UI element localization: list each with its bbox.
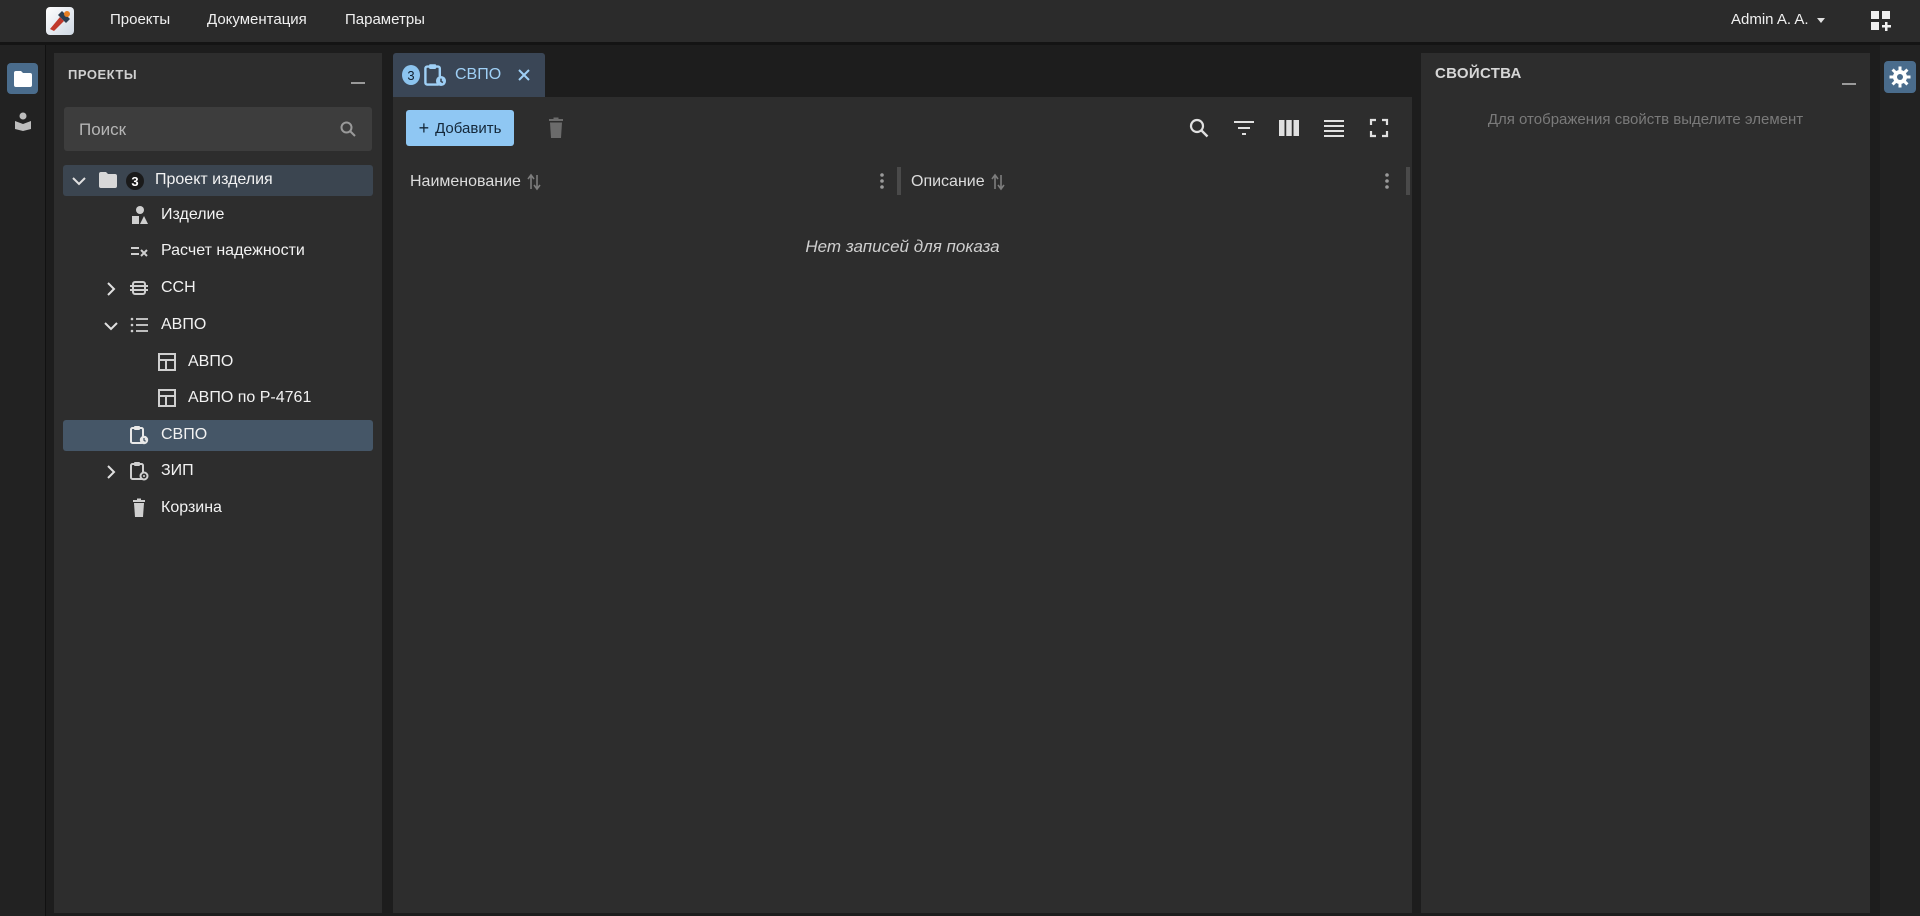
tab-svpo[interactable]: 3 СВПО — [393, 53, 545, 97]
column-header-label: Описание — [911, 173, 985, 190]
column-header-description[interactable]: Описание — [911, 163, 1005, 201]
search-icon — [1189, 118, 1209, 138]
settings-rail-button[interactable] — [1884, 61, 1916, 93]
projects-panel-title: ПРОЕКТЫ — [68, 67, 138, 82]
clipboard-gear-icon — [130, 462, 149, 481]
add-button[interactable]: + Добавить — [406, 110, 514, 146]
minimize-icon[interactable] — [351, 82, 365, 84]
add-button-label: Добавить — [435, 119, 502, 137]
rows-density-icon — [1324, 120, 1344, 137]
plus-icon: + — [418, 118, 430, 138]
empty-table-message: Нет записей для показа — [805, 237, 1000, 256]
sort-icon[interactable] — [527, 173, 541, 191]
product-icon — [132, 206, 148, 224]
structure-icon — [130, 281, 148, 295]
tree-item-label: СВПО — [161, 426, 208, 443]
projects-panel: ПРОЕКТЫ 3 Проект изделия Изделие — [54, 53, 382, 913]
tree-item-zip[interactable]: ЗИП — [63, 456, 373, 487]
folder-icon — [99, 172, 117, 188]
tree-item-label: Проект изделия — [155, 171, 273, 188]
column-resize-handle[interactable] — [897, 167, 901, 195]
tree-item-label: Изделие — [161, 206, 225, 223]
user-name: Admin A. A. — [1731, 11, 1809, 28]
tree-item-label: АВПО — [161, 316, 207, 333]
gear-icon — [1889, 66, 1911, 88]
close-icon[interactable] — [515, 66, 533, 84]
clipboard-clock-icon — [424, 64, 447, 87]
projects-rail-button[interactable] — [7, 63, 38, 94]
columns-button[interactable] — [1278, 117, 1300, 139]
tree-item-label: Корзина — [161, 499, 222, 516]
chevron-right-icon[interactable] — [101, 279, 121, 299]
search-icon[interactable] — [340, 121, 356, 137]
delete-button[interactable] — [545, 117, 567, 139]
tree-item-ssn[interactable]: ССН — [63, 273, 373, 304]
filter-button[interactable] — [1233, 117, 1255, 139]
right-rail — [1880, 45, 1920, 916]
tree-item-avpo[interactable]: АВПО — [63, 347, 373, 378]
menu-documentation[interactable]: Документация — [207, 11, 307, 28]
columns-icon — [1279, 120, 1299, 136]
project-search — [64, 107, 372, 153]
clipboard-clock-icon — [130, 426, 149, 445]
tree-item-label: Расчет надежности — [161, 242, 305, 259]
tree-item-label: ЗИП — [161, 462, 194, 479]
tree-item-product[interactable]: Изделие — [63, 200, 373, 231]
tree-item-trash[interactable]: Корзина — [63, 493, 373, 524]
trash-icon — [549, 117, 563, 138]
tab-project-badge: 3 — [402, 65, 420, 85]
left-rail — [0, 45, 46, 916]
tree-item-avpo-group[interactable]: АВПО — [63, 310, 373, 341]
chevron-down-icon — [1816, 18, 1825, 23]
list-icon — [130, 317, 148, 333]
tab-strip: 3 СВПО — [393, 53, 1412, 97]
properties-hint: Для отображения свойств выделите элемент — [1487, 111, 1804, 128]
folder-icon — [13, 70, 32, 87]
app-logo[interactable] — [46, 7, 74, 35]
minimize-icon[interactable] — [1842, 83, 1856, 85]
trash-icon — [133, 498, 145, 517]
search-button[interactable] — [1188, 117, 1210, 139]
user-menu[interactable]: Admin A. A. — [1731, 11, 1825, 28]
column-resize-handle[interactable] — [1406, 167, 1410, 195]
main-panel: + Добавить Наименование Описание Нет зап… — [393, 97, 1412, 913]
tree-item-label: АВПО — [188, 353, 234, 370]
chevron-right-icon[interactable] — [101, 462, 121, 482]
column-menu-icon[interactable] — [879, 171, 885, 191]
menu-projects[interactable]: Проекты — [110, 11, 170, 28]
tree-item-label: ССН — [161, 279, 196, 296]
project-number-badge: 3 — [126, 172, 144, 190]
fullscreen-icon — [1369, 118, 1389, 138]
tree-item-svpo[interactable]: СВПО — [63, 420, 373, 451]
density-button[interactable] — [1323, 117, 1345, 139]
reliability-calc-icon — [131, 247, 148, 257]
filter-icon — [1234, 121, 1254, 135]
properties-panel: СВОЙСТВА Для отображения свойств выделит… — [1421, 53, 1870, 913]
column-header-name[interactable]: Наименование — [410, 163, 541, 201]
sort-icon[interactable] — [990, 173, 1005, 191]
menu-settings[interactable]: Параметры — [345, 11, 425, 28]
column-menu-icon[interactable] — [1384, 171, 1390, 191]
learning-rail-button[interactable] — [7, 105, 38, 136]
tab-label: СВПО — [455, 66, 502, 83]
table-icon — [158, 353, 176, 371]
search-input[interactable] — [64, 107, 341, 153]
tree-item-avpo-r4761[interactable]: АВПО по Р-4761 — [63, 383, 373, 414]
reader-icon — [14, 112, 31, 131]
table-icon — [158, 389, 176, 407]
properties-panel-title: СВОЙСТВА — [1435, 65, 1522, 82]
chevron-down-icon[interactable] — [101, 316, 121, 336]
column-header-label: Наименование — [410, 173, 521, 190]
add-widget-icon[interactable] — [1870, 10, 1892, 32]
chevron-down-icon[interactable] — [69, 171, 89, 191]
top-bar: Проекты Документация Параметры Admin A. … — [0, 0, 1920, 45]
fullscreen-button[interactable] — [1368, 117, 1390, 139]
tree-item-reliability[interactable]: Расчет надежности — [63, 236, 373, 267]
tree-item-label: АВПО по Р-4761 — [188, 389, 312, 406]
tree-item-project[interactable]: 3 Проект изделия — [63, 165, 373, 196]
